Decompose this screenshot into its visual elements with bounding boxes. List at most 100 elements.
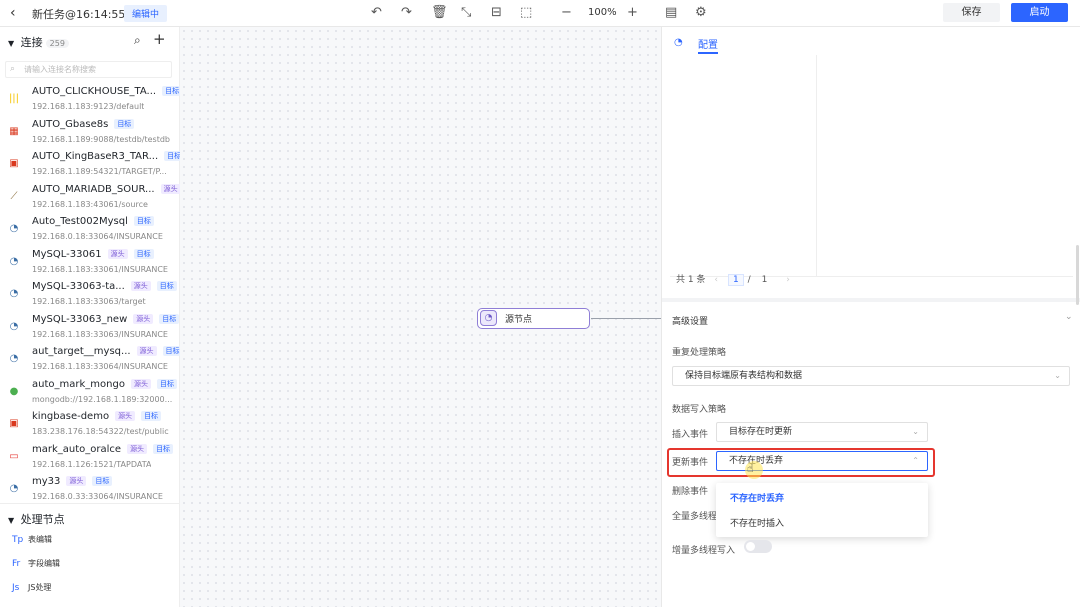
zoom-in-icon[interactable]: + — [627, 5, 638, 20]
connection-item[interactable]: ◔ aut_target__mysq... 源头 目标 192.168.1.183:33… — [0, 345, 183, 377]
next-page-icon[interactable]: › — [786, 275, 790, 285]
delete-event-label: 删除事件 — [672, 487, 709, 497]
gbase-icon: ▦ — [9, 125, 19, 137]
connection-item[interactable]: ||| AUTO_CLICKHOUSE_TA... 目标 192.168.1.183:… — [0, 85, 183, 117]
source-node[interactable]: ◔ 源节点 — [477, 308, 590, 329]
connection-item[interactable]: ◔ MySQL-33061 源头 目标 192.168.1.183:33061/INSU… — [0, 248, 178, 280]
chevron-down-icon[interactable]: ⌄ — [1065, 312, 1073, 322]
add-connection-icon[interactable]: + — [153, 30, 166, 48]
target-tag: 目标 — [133, 248, 154, 259]
mysql-icon: ◔ — [9, 255, 19, 267]
processing-item-label: JS处理 — [28, 583, 52, 592]
oracle-icon: ▭ — [9, 450, 19, 462]
redo-icon[interactable]: ↷ — [401, 5, 412, 20]
dup-strategy-value: 保持目标端原有表结构和数据 — [685, 371, 803, 381]
search-icon[interactable]: ⌕ — [134, 33, 141, 48]
delete-icon[interactable]: 🗑 — [431, 5, 448, 20]
update-event-label: 更新事件 — [672, 458, 709, 468]
target-tag: 目标 — [156, 281, 177, 291]
processing-item-js[interactable]: Js JS处理 — [12, 582, 51, 593]
connection-name-text: Auto_Test002Mysql — [32, 216, 128, 227]
field-edit-icon: Fr — [12, 559, 21, 569]
connections-header[interactable]: ▼ 连接 259 — [8, 34, 69, 50]
target-tag: 目标 — [92, 476, 113, 486]
connection-address: 183.238.176.18:54322/test/public — [32, 427, 169, 436]
source-tag: 源头 — [136, 346, 157, 356]
connection-address: 192.168.1.183:43061/source — [32, 199, 148, 209]
connection-name: mark_auto_oralce 源头 目标 — [32, 443, 174, 455]
dup-strategy-select[interactable]: 保持目标端原有表结构和数据 ⌄ — [672, 366, 1070, 386]
save-button[interactable]: 保存 — [943, 3, 1000, 22]
connection-item[interactable]: ◔ MySQL-33063-ta... 源头 目标 192.168.1.183:3306… — [0, 280, 178, 312]
task-title[interactable]: 新任务@16:14:55 — [32, 6, 125, 22]
connection-item[interactable]: ◔ MySQL-33063_new 源头 目标 192.168.1.183:33063/… — [0, 313, 180, 345]
connection-name-text: aut_target__mysq... — [32, 346, 131, 357]
config-panel: ◔ 配置 共 1 条 ‹ 1/ 1 › 高级设置 ⌄ 重复处理策略 保持目标端原有… — [661, 27, 1080, 607]
processing-item-field-edit[interactable]: Fr 字段编辑 — [12, 558, 60, 569]
prev-page-icon[interactable]: ‹ — [714, 275, 718, 285]
connection-name-text: MySQL-33063_new — [32, 313, 128, 325]
clickhouse-icon: ||| — [8, 93, 20, 104]
panel-scrollbar[interactable] — [1076, 245, 1079, 305]
chevron-down-icon: ⌄ — [1054, 371, 1061, 380]
undo-icon[interactable]: ↶ — [371, 5, 382, 20]
source-tag: 源头 — [130, 378, 151, 389]
connection-item[interactable]: ⟋ AUTO_MARIADB_SOUR... 源头 192.168.1.183:430… — [0, 183, 181, 215]
table-divider — [816, 55, 817, 277]
current-page[interactable]: 1 — [727, 274, 744, 286]
dup-strategy-label: 重复处理策略 — [672, 348, 727, 358]
connection-item[interactable]: ▭ mark_auto_oralce 源头 目标 192.168.1.126:1521/… — [0, 443, 178, 475]
settings-icon[interactable]: ⚙ — [695, 5, 707, 20]
target-tag: 目标 — [133, 216, 154, 226]
connection-address: 192.168.1.183:33063/target — [32, 297, 146, 306]
zoom-out-icon[interactable]: − — [561, 5, 572, 20]
processing-title: 处理节点 — [20, 513, 65, 526]
collapse-icon[interactable]: ▼ — [8, 39, 14, 48]
dropdown-option[interactable]: 不存在时丢弃 — [730, 491, 784, 504]
target-tag: 目标 — [159, 313, 180, 324]
connection-address: 192.168.1.183:9123/default — [32, 102, 145, 111]
processing-item-label: 字段编辑 — [28, 559, 60, 568]
divider — [0, 503, 179, 504]
source-tag: 源头 — [160, 183, 181, 194]
incr-multithread-toggle[interactable] — [744, 540, 772, 553]
dropdown-option[interactable]: 不存在时插入 — [730, 516, 784, 529]
logs-icon[interactable]: ▤ — [665, 5, 677, 20]
tab-config[interactable]: 配置 — [698, 36, 718, 51]
edit-status-badge: 编辑中 — [124, 5, 168, 22]
chevron-up-icon: ⌃ — [912, 456, 919, 465]
connection-search-input[interactable]: ⌕ 请输入连接名称搜索 — [5, 61, 172, 78]
processing-item-table-edit[interactable]: Tp 表编辑 — [12, 534, 52, 545]
mysql-icon: ◔ — [480, 310, 497, 326]
target-tag: 目标 — [141, 411, 162, 421]
collapse-icon[interactable]: ▼ — [8, 516, 14, 525]
start-button[interactable]: 启动 — [1011, 3, 1068, 22]
connection-name-text: AUTO_KingBaseR3_TAR... — [32, 151, 159, 162]
layout-icon[interactable]: ⊟ — [491, 5, 502, 20]
advanced-settings-header[interactable]: 高级设置 — [672, 314, 708, 327]
connection-item[interactable]: ▣ AUTO_KingBaseR3_TAR... 目标 192.168.1.189:5… — [0, 150, 185, 182]
mysql-icon: ◔ — [9, 288, 19, 299]
connection-item[interactable]: ◔ Auto_Test002Mysql 目标 192.168.0.18:33064/I… — [0, 215, 178, 247]
processing-header[interactable]: ▼ 处理节点 — [8, 511, 65, 527]
connection-name-text: AUTO_CLICKHOUSE_TA... — [32, 86, 157, 97]
connection-address: 192.168.1.183:33061/INSURANCE — [32, 264, 168, 274]
target-tag: 目标 — [156, 378, 177, 389]
insert-event-label: 插入事件 — [672, 430, 709, 440]
fit-icon[interactable]: ⤡ — [461, 5, 471, 20]
mysql-icon: ◔ — [9, 353, 19, 364]
source-tag: 源头 — [115, 411, 136, 421]
connection-item[interactable]: ▣ kingbase-demo 源头 目标 183.238.176.18:54322/t… — [0, 410, 178, 442]
connection-name-text: my33 — [32, 476, 61, 487]
table-edit-icon: Tp — [12, 535, 24, 545]
select-icon[interactable]: ⬚ — [520, 5, 532, 20]
search-field-icon: ⌕ — [10, 64, 16, 74]
mysql-icon: ◔ — [9, 320, 19, 332]
connections-title: 连接 — [20, 36, 43, 49]
insert-event-value: 目标存在时更新 — [729, 427, 793, 437]
back-arrow-icon[interactable]: ‹ — [10, 5, 16, 21]
connection-item[interactable]: ● auto_mark_mongo 源头 目标 mongodb://192.168.1.… — [0, 378, 178, 410]
incr-multithread-label: 增量多线程写入 — [672, 546, 736, 556]
insert-event-select[interactable]: 目标存在时更新 ⌄ — [716, 422, 928, 442]
connection-item[interactable]: ▦ AUTO_Gbase8s 目标 192.168.1.189:9088/testdb… — [0, 118, 178, 150]
